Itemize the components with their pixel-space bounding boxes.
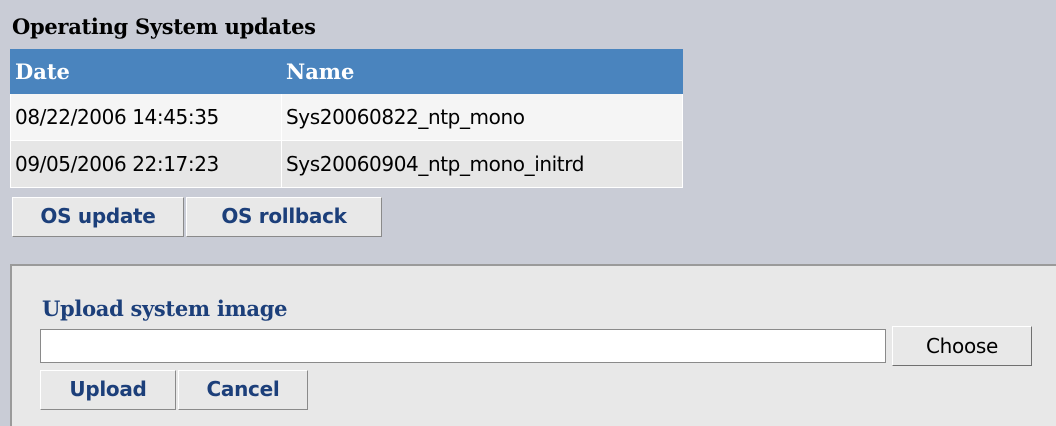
file-path-input[interactable] (40, 329, 886, 363)
section-title: Operating System updates (12, 14, 316, 39)
cell-name: Sys20060822_ntp_mono (281, 93, 683, 141)
upload-title: Upload system image (42, 296, 288, 321)
upload-button[interactable]: Upload (40, 370, 176, 410)
cell-name: Sys20060904_ntp_mono_initrd (281, 140, 683, 188)
os-rollback-button[interactable]: OS rollback (186, 197, 382, 237)
cell-date: 08/22/2006 14:45:35 (10, 93, 282, 141)
os-updates-table: Date Name 08/22/2006 14:45:35 Sys2006082… (10, 49, 683, 188)
cell-date: 09/05/2006 22:17:23 (10, 140, 282, 188)
upload-panel: Upload system image Choose Upload Cancel (10, 264, 1056, 426)
column-header-date[interactable]: Date (10, 49, 282, 94)
table-row[interactable]: 08/22/2006 14:45:35 Sys20060822_ntp_mono (10, 93, 683, 141)
choose-file-button[interactable]: Choose (892, 326, 1032, 366)
cancel-button[interactable]: Cancel (178, 370, 308, 410)
table-header-row: Date Name (10, 49, 683, 94)
table-row[interactable]: 09/05/2006 22:17:23 Sys20060904_ntp_mono… (10, 140, 683, 188)
os-update-button[interactable]: OS update (12, 197, 184, 237)
column-header-name[interactable]: Name (281, 49, 683, 94)
